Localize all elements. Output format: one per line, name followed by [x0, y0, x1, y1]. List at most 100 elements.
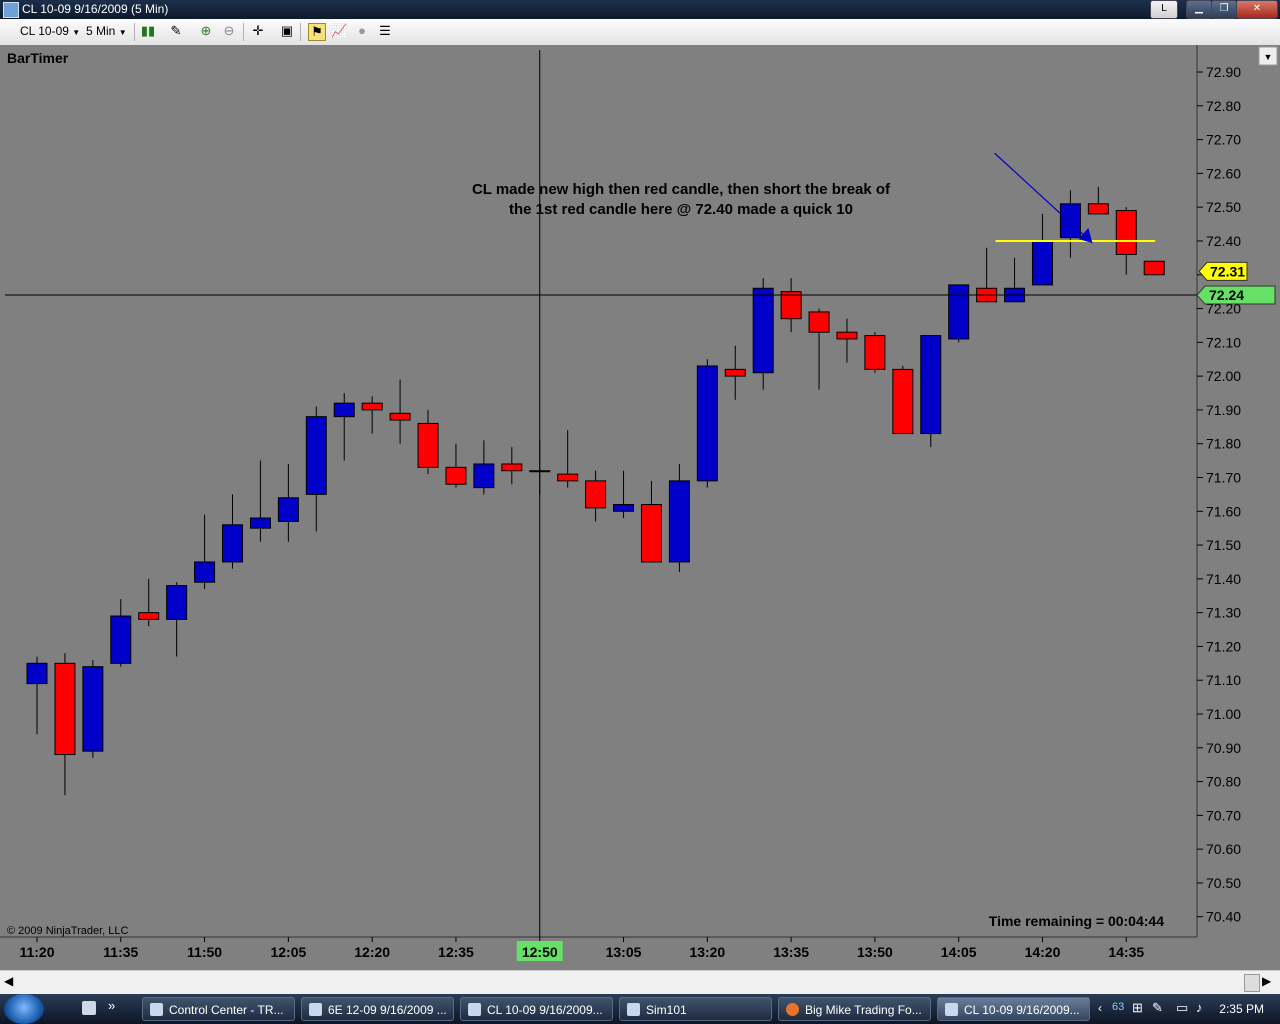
- candle-down: [557, 473, 579, 482]
- taskbar-item-label: Control Center - TR...: [169, 1003, 284, 1017]
- candle-up: [249, 517, 271, 529]
- restore-label-button[interactable]: L: [1150, 0, 1178, 19]
- chart-toolbar: CL 10-09 ▼ 5 Min ▼ ▮▮ ✎ ⊕ ⊖ ✛ ▣ ⚑ 📈 ● ☰: [0, 19, 1280, 46]
- quicklaunch-chevron-icon[interactable]: »: [108, 998, 115, 1013]
- control-center-icon: [150, 1003, 163, 1016]
- y-tick-label: 70.60: [1206, 841, 1241, 857]
- candle-down: [138, 612, 160, 620]
- crosshair-icon[interactable]: ✛: [250, 23, 266, 39]
- taskbar-item-label: CL 10-09 9/16/2009...: [964, 1003, 1080, 1017]
- candle-down: [361, 402, 383, 411]
- instrument-selector[interactable]: CL 10-09 ▼: [20, 24, 80, 38]
- candle-down: [389, 412, 411, 421]
- zoom-out-icon[interactable]: ⊖: [221, 23, 237, 39]
- candle-down: [445, 466, 467, 485]
- candle-up: [26, 662, 48, 685]
- tray-network-icon[interactable]: ⊞: [1132, 1000, 1143, 1016]
- y-tick-label: 72.60: [1206, 165, 1241, 181]
- account-icon: [627, 1003, 640, 1016]
- close-icon[interactable]: ✕: [1236, 0, 1278, 19]
- toolbar-divider: [243, 23, 244, 41]
- y-tick-label: 72.00: [1206, 368, 1241, 384]
- candle-up: [613, 504, 635, 512]
- candle-down: [892, 368, 914, 435]
- candle-down: [836, 331, 858, 340]
- tray-pen-icon[interactable]: ✎: [1152, 1000, 1163, 1016]
- zoom-in-icon[interactable]: ⊕: [198, 23, 214, 39]
- candle-down: [808, 311, 830, 333]
- candle-up: [333, 402, 355, 418]
- maximize-icon[interactable]: ❐: [1211, 0, 1237, 19]
- x-tick-label: 11:35: [103, 944, 138, 960]
- y-tick-label: 70.90: [1206, 740, 1241, 756]
- chevron-down-icon: ▼: [72, 28, 81, 37]
- chart-scrollbar[interactable]: ◀ ▶: [0, 970, 1280, 995]
- x-tick-label: 13:20: [689, 944, 725, 960]
- snapshot-icon[interactable]: ▣: [279, 23, 295, 39]
- y-tick-label: 72.80: [1206, 98, 1241, 114]
- tray-chevron-icon[interactable]: ‹: [1098, 1001, 1102, 1015]
- candle-down: [417, 422, 439, 468]
- show-desktop-icon[interactable]: [82, 1001, 96, 1015]
- copyright-label: © 2009 NinjaTrader, LLC: [7, 925, 128, 937]
- instrument-label: CL 10-09: [20, 24, 69, 38]
- tray-monitor-icon[interactable]: ▭: [1176, 1000, 1188, 1016]
- candle-up: [1031, 240, 1053, 286]
- taskbar-item[interactable]: Sim101: [619, 997, 772, 1021]
- taskbar-item[interactable]: Control Center - TR...: [142, 997, 295, 1021]
- annotation-line-1: CL made new high then red candle, then s…: [472, 181, 891, 198]
- app-icon: [3, 2, 19, 18]
- x-tick-label: 14:20: [1025, 944, 1061, 960]
- candle-down: [1143, 260, 1165, 276]
- window-title: CL 10-09 9/16/2009 (5 Min): [22, 2, 169, 16]
- candle-down: [864, 335, 886, 370]
- scroll-thumb[interactable]: [1244, 974, 1260, 992]
- indicators-icon[interactable]: 📈: [331, 23, 347, 39]
- bar-style-icon[interactable]: ▮▮: [140, 23, 156, 39]
- y-tick-label: 72.10: [1206, 334, 1241, 350]
- taskbar-item[interactable]: Big Mike Trading Fo...: [778, 997, 931, 1021]
- disabled-circle-icon[interactable]: ●: [354, 23, 370, 39]
- taskbar-item[interactable]: 6E 12-09 9/16/2009 ...: [301, 997, 454, 1021]
- x-tick-label: 13:50: [857, 944, 893, 960]
- interval-selector[interactable]: 5 Min ▼: [86, 24, 127, 38]
- crosshair-price-label: 72.24: [1209, 287, 1244, 303]
- y-tick-label: 71.70: [1206, 469, 1241, 485]
- candle-up: [920, 335, 942, 435]
- price-chart[interactable]: 72.9072.8072.7072.6072.5072.4072.3072.20…: [0, 45, 1280, 970]
- taskbar-item[interactable]: CL 10-09 9/16/2009...: [937, 997, 1090, 1021]
- y-tick-label: 72.90: [1206, 64, 1241, 80]
- chevron-down-icon: ▼: [118, 28, 127, 37]
- drawing-tool-icon[interactable]: ✎: [168, 23, 184, 39]
- candle-down: [1115, 210, 1137, 255]
- properties-icon[interactable]: ☰: [377, 23, 393, 39]
- interval-label: 5 Min: [86, 24, 116, 38]
- taskbar-item[interactable]: CL 10-09 9/16/2009...: [460, 997, 613, 1021]
- x-tick-label: 13:05: [606, 944, 642, 960]
- x-tick-label: 12:35: [438, 944, 474, 960]
- taskbar-clock[interactable]: 2:35 PM: [1219, 1002, 1264, 1016]
- weather-temp[interactable]: 63: [1112, 1001, 1124, 1013]
- x-tick-label: 12:05: [270, 944, 306, 960]
- scroll-right-icon[interactable]: ▶: [1262, 974, 1271, 988]
- strategy-icon[interactable]: ⚑: [308, 23, 326, 41]
- candle-up: [166, 585, 188, 620]
- y-tick-label: 71.30: [1206, 605, 1241, 621]
- candle-up: [277, 497, 299, 522]
- tray-volume-icon[interactable]: ♪: [1196, 1000, 1203, 1015]
- indicator-label: BarTimer: [7, 50, 69, 66]
- candle-up: [194, 561, 216, 583]
- chevron-down-icon: ▼: [1264, 52, 1273, 62]
- candle-up: [948, 284, 970, 340]
- minimize-icon[interactable]: ▁: [1186, 0, 1212, 19]
- candle-down: [724, 368, 746, 377]
- y-tick-label: 70.80: [1206, 774, 1241, 790]
- candle-up: [1059, 203, 1081, 239]
- scroll-left-icon[interactable]: ◀: [4, 974, 13, 988]
- taskbar-item-label: Sim101: [646, 1003, 687, 1017]
- candle-up: [752, 287, 774, 374]
- start-button[interactable]: [4, 994, 44, 1024]
- chart-window-icon: [945, 1003, 958, 1016]
- title-bar: CL 10-09 9/16/2009 (5 Min) L ▁ ❐ ✕: [0, 0, 1280, 19]
- candle-down: [780, 291, 802, 320]
